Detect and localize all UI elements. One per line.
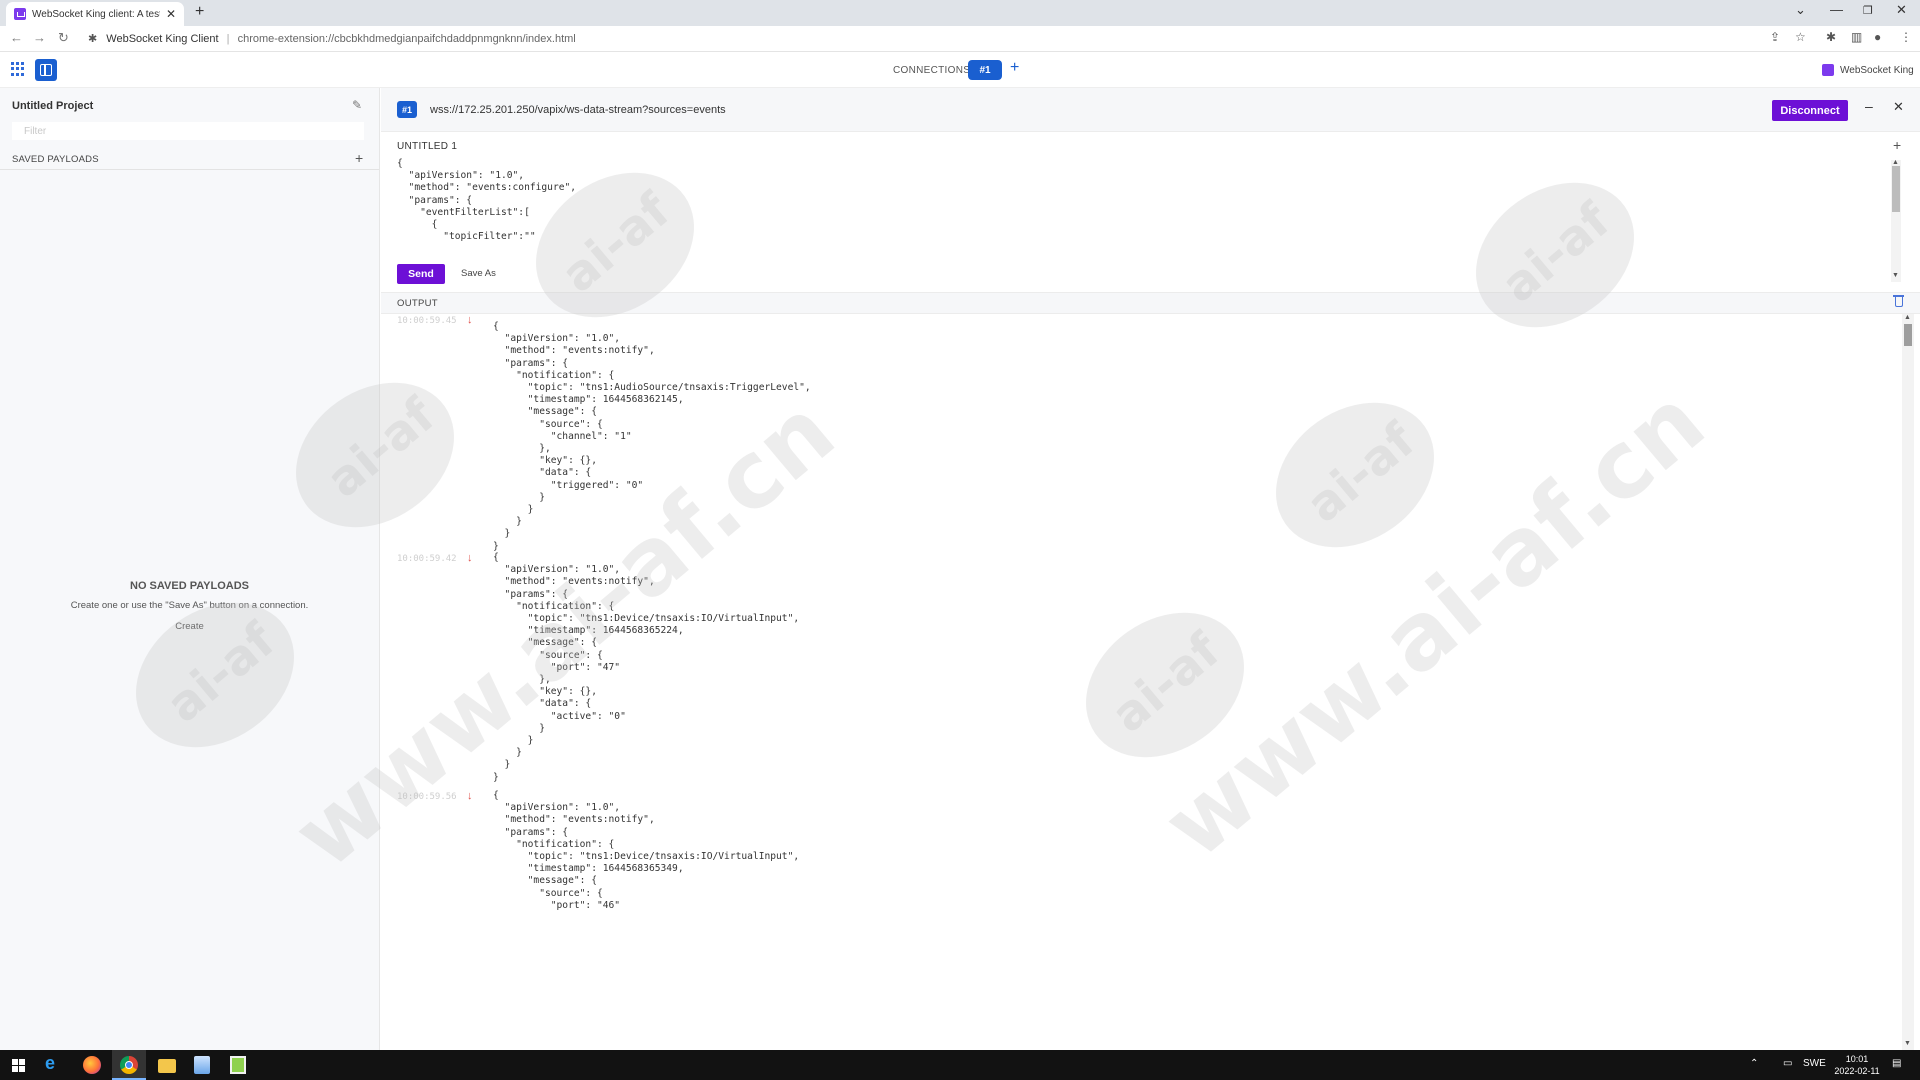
clock-time: 10:01 [1845,1054,1869,1064]
add-payload-button[interactable]: + [355,150,363,166]
connections-tab[interactable]: CONNECTIONS [893,65,970,76]
payload-scroll-thumb[interactable] [1892,166,1900,212]
create-payload-link[interactable]: Create [0,621,379,632]
clock-date: 2022-02-11 [1834,1066,1880,1076]
windows-start-icon[interactable] [12,1059,25,1072]
window-restore-button[interactable]: ❐ [1863,4,1873,17]
output-log: 10:00:59.45 ↓ { "apiVersion": "1.0", "me… [381,314,1901,1050]
disconnect-button[interactable]: Disconnect [1772,100,1848,121]
add-payload-tab-button[interactable]: + [1893,137,1901,153]
add-connection-button[interactable]: + [1010,59,1019,77]
message-body: { "apiVersion": "1.0", "method": "events… [493,552,800,783]
incoming-arrow-icon: ↓ [467,790,473,802]
send-button[interactable]: Send [397,264,445,284]
browser-tab-title: WebSocket King client: A testing [32,8,160,20]
browser-tab[interactable]: WebSocket King client: A testing ✕ [6,2,184,26]
close-connection-button[interactable]: ✕ [1893,99,1904,115]
message-timestamp: 10:00:59.56 [397,792,457,802]
address-site-name: WebSocket King Client [106,33,219,45]
side-panel-icon[interactable]: ▥ [1851,30,1862,44]
message-body: { "apiVersion": "1.0", "method": "events… [493,790,800,911]
websocket-url-input[interactable] [430,100,1510,120]
extension-puzzle-icon: ✱ [88,33,98,45]
window-minimize-button[interactable]: — [1830,2,1843,17]
reload-icon[interactable]: ↻ [58,30,69,46]
output-scrollbar[interactable]: ▲ ▼ [1902,314,1914,1050]
firefox-icon[interactable] [83,1056,101,1074]
window-close-button[interactable]: ✕ [1896,2,1907,18]
message-timestamp: 10:00:59.45 [397,316,457,326]
scroll-up-icon[interactable]: ▲ [1892,159,1899,166]
browser-tab-strip: WebSocket King client: A testing ✕ + ⌄ —… [0,0,1920,26]
save-as-button[interactable]: Save As [461,268,496,279]
brand-name: WebSocket King [1840,64,1914,76]
forward-arrow-icon[interactable]: → [33,30,46,45]
language-indicator[interactable]: SWE [1803,1058,1826,1069]
payload-editor[interactable]: { "apiVersion": "1.0", "method": "events… [397,158,1902,274]
output-header: OUTPUT [381,292,1920,314]
scroll-up-icon[interactable]: ▲ [1904,314,1911,321]
address-separator: | [226,33,230,45]
share-icon[interactable]: ⇪ [1770,30,1780,44]
output-message: 10:00:59.45 ↓ { "apiVersion": "1.0", "me… [381,314,1901,552]
incoming-arrow-icon: ↓ [467,314,473,326]
output-label: OUTPUT [397,298,438,309]
taskbar-clock[interactable]: 10:01 2022-02-11 [1832,1053,1882,1077]
connection-tab-1[interactable]: #1 [968,60,1002,80]
profile-avatar-icon[interactable]: ● [1874,30,1881,44]
payload-editor-scrollbar[interactable]: ▲ ▼ [1891,159,1901,282]
empty-state-title: NO SAVED PAYLOADS [130,580,249,592]
output-message: 10:00:59.56 ↓ { "apiVersion": "1.0", "me… [381,790,1901,912]
browser-menu-icon[interactable]: ⋮ [1900,30,1912,44]
apps-grid-icon[interactable] [11,62,25,76]
clear-output-trash-icon[interactable] [1893,295,1904,307]
bookmark-star-icon[interactable]: ☆ [1795,30,1806,44]
toggle-sidebar-button[interactable] [35,59,57,81]
edit-pencil-icon[interactable]: ✎ [352,98,362,112]
connection-panel: #1 Disconnect – ✕ UNTITLED 1 + { "apiVer… [381,88,1920,1050]
tray-chevron-up-icon[interactable]: ⌃ [1750,1058,1758,1069]
message-body: { "apiVersion": "1.0", "method": "events… [493,321,811,552]
notifications-icon[interactable]: ▤ [1892,1058,1901,1069]
saved-payloads-header: SAVED PAYLOADS + [0,150,379,170]
scroll-down-icon[interactable]: ▼ [1892,272,1899,279]
connection-url-row: #1 Disconnect – ✕ [381,88,1920,132]
notepad-app-icon[interactable] [230,1056,246,1074]
app-toolbar: CONNECTIONS #1 + WebSocket King [0,52,1920,88]
app-icon[interactable] [194,1056,210,1074]
brand: WebSocket King [1822,64,1914,76]
minimize-connection-button[interactable]: – [1865,98,1873,114]
output-message: 10:00:59.42 ↓ { "apiVersion": "1.0", "me… [381,552,1901,790]
project-sidebar: Untitled Project ✎ SAVED PAYLOADS + NO S… [0,88,380,1050]
filter-input[interactable] [12,122,364,140]
chrome-icon[interactable] [120,1056,138,1074]
incoming-arrow-icon: ↓ [467,552,473,564]
empty-state-description: Create one or use the "Save As" button o… [70,600,309,611]
message-timestamp: 10:00:59.42 [397,554,457,564]
network-icon[interactable]: ▭ [1783,1058,1792,1069]
connection-id-badge: #1 [397,101,417,118]
scroll-down-icon[interactable]: ▼ [1904,1040,1911,1047]
payload-title: UNTITLED 1 [397,141,458,152]
websocket-king-logo-icon [1822,64,1834,76]
saved-payloads-label: SAVED PAYLOADS [12,154,99,165]
file-explorer-icon[interactable] [158,1059,176,1073]
back-arrow-icon[interactable]: ← [10,30,23,45]
tab-search-chevron-icon[interactable]: ⌄ [1795,2,1806,18]
project-title: Untitled Project [12,100,94,112]
address-field[interactable]: ✱ WebSocket King Client | chrome-extensi… [88,32,576,45]
websocket-king-favicon-icon [14,8,26,20]
output-scroll-thumb[interactable] [1904,324,1912,346]
extensions-icon[interactable]: ✱ [1826,30,1836,44]
browser-address-bar: ← → ↻ ✱ WebSocket King Client | chrome-e… [0,26,1920,52]
edge-browser-icon[interactable]: e [45,1053,65,1073]
tab-close-icon[interactable]: ✕ [166,7,176,21]
new-tab-button[interactable]: + [195,3,204,21]
address-url-path: chrome-extension://cbcbkhdmedgianpaifchd… [237,33,576,45]
os-taskbar: e ⌃ ▭ SWE 10:01 2022-02-11 ▤ [0,1050,1920,1080]
